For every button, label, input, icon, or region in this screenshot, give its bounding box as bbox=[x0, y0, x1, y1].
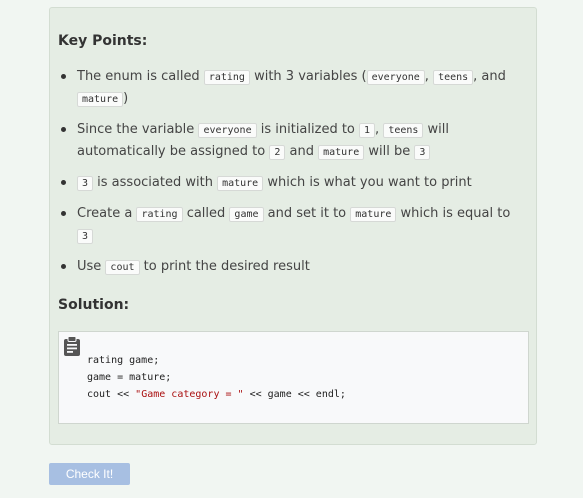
list-item: Since the variable everyone is initializ… bbox=[58, 119, 528, 163]
point-text: ) bbox=[123, 91, 129, 106]
point-text: Use bbox=[77, 259, 106, 274]
inline-code: game bbox=[229, 207, 264, 222]
inline-code: rating bbox=[203, 70, 250, 85]
check-it-button[interactable]: Check It! bbox=[49, 463, 130, 485]
clipboard-icon[interactable] bbox=[63, 336, 81, 356]
code-line: cout << "Game category = " << game << en… bbox=[87, 386, 346, 403]
inline-code: mature bbox=[350, 207, 397, 222]
point-text: Create a bbox=[77, 206, 137, 221]
string-literal: "Game category = " bbox=[135, 389, 244, 400]
point-text: is initialized to bbox=[256, 122, 360, 137]
point-text: and set it to bbox=[263, 206, 351, 221]
inline-code: mature bbox=[77, 92, 124, 107]
solution-heading: Solution: bbox=[58, 297, 130, 313]
solution-code: rating game; game = mature; cout << "Game … bbox=[87, 352, 346, 403]
list-item: 3 is associated with mature which is wha… bbox=[58, 172, 528, 194]
list-item: Create a rating called game and set it t… bbox=[58, 203, 528, 247]
point-text: called bbox=[182, 206, 230, 221]
point-text: is associated with bbox=[93, 175, 218, 190]
inline-code: teens bbox=[433, 70, 474, 85]
inline-code: teens bbox=[383, 123, 424, 138]
inline-code: everyone bbox=[198, 123, 257, 138]
code-line: game = mature; bbox=[87, 372, 172, 383]
point-text: which is equal to bbox=[396, 206, 511, 221]
key-points-list: The enum is called rating with 3 variabl… bbox=[58, 66, 528, 278]
point-text: will be bbox=[364, 144, 415, 159]
point-text: and bbox=[285, 144, 319, 159]
code-token: << game << endl; bbox=[243, 389, 346, 400]
point-text: The enum is called bbox=[77, 69, 204, 84]
inline-code: everyone bbox=[366, 70, 425, 85]
solution-code-box: rating game; game = mature; cout << "Game … bbox=[58, 331, 529, 424]
inline-code: cout bbox=[105, 260, 140, 275]
key-points-heading: Key Points: bbox=[58, 33, 148, 49]
point-text: to print the desired result bbox=[139, 259, 310, 274]
list-item: The enum is called rating with 3 variabl… bbox=[58, 66, 528, 110]
key-points-panel: Key Points: The enum is called rating wi… bbox=[49, 7, 537, 445]
inline-code: 3 bbox=[414, 145, 431, 160]
inline-code: mature bbox=[217, 176, 264, 191]
inline-code: rating bbox=[136, 207, 183, 222]
inline-code: 3 bbox=[77, 229, 94, 244]
point-text: , and bbox=[473, 69, 506, 84]
inline-code: mature bbox=[318, 145, 365, 160]
point-text: which is what you want to print bbox=[263, 175, 472, 190]
list-item: Use cout to print the desired result bbox=[58, 256, 528, 278]
point-text: Since the variable bbox=[77, 122, 199, 137]
code-token: cout << bbox=[87, 389, 136, 400]
inline-code: 3 bbox=[77, 176, 94, 191]
code-line: rating game; bbox=[87, 355, 160, 366]
point-text: with 3 variables ( bbox=[249, 69, 367, 84]
point-text: , bbox=[424, 69, 434, 84]
inline-code: 1 bbox=[359, 123, 376, 138]
inline-code: 2 bbox=[269, 145, 286, 160]
